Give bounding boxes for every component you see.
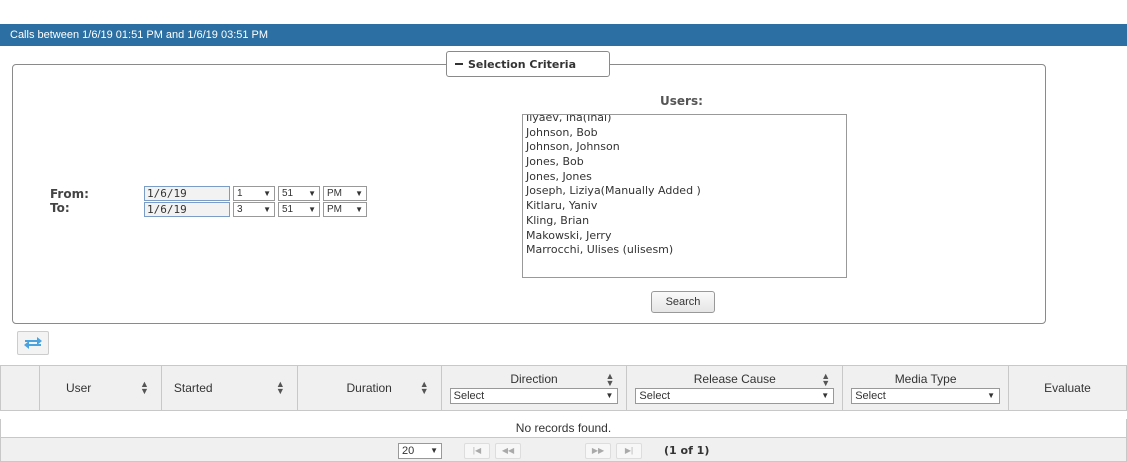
dropdown-arrow-icon: ▼ [605,391,614,400]
users-title: Users: [660,94,703,108]
to-hour-select[interactable]: 3 ▼ [233,202,275,217]
swap-columns-button[interactable] [17,331,49,355]
column-header-label: Media Type [894,372,957,386]
calls-range-header: Calls between 1/6/19 01:51 PM and 1/6/19… [0,24,1127,46]
sort-icon[interactable]: ▲ ▼ [420,380,429,396]
to-minute-value: 51 [282,204,294,215]
dropdown-arrow-icon: ▼ [355,189,363,198]
user-option[interactable]: Jones, Bob [526,155,846,170]
prev-page-button[interactable]: ◀◀ [495,443,521,459]
from-hour-value: 1 [237,188,243,199]
from-minute-select[interactable]: 51 ▼ [278,186,320,201]
users-listbox[interactable]: Ilyaev, Ina(Inai) Johnson, Bob Johnson, … [522,114,847,278]
user-option[interactable]: Marrocchi, Ulises (ulisesm) [526,243,846,258]
user-option[interactable]: Ilyaev, Ina(Inai) [526,115,846,126]
media-type-filter-select[interactable]: Select ▼ [851,388,1001,404]
column-header-label: Duration [346,381,392,395]
from-label: From: [50,187,89,201]
release-cause-filter-select[interactable]: Select ▼ [635,388,835,404]
from-hour-select[interactable]: 1 ▼ [233,186,275,201]
user-option[interactable]: Makowski, Jerry [526,229,846,244]
dropdown-arrow-icon: ▼ [308,189,316,198]
column-header-duration[interactable]: Duration ▲ ▼ [296,365,442,411]
first-page-button[interactable]: |◀ [464,443,490,459]
column-header-user[interactable]: User ▲ ▼ [38,365,162,411]
dropdown-arrow-icon: ▼ [430,446,438,455]
page-size-select[interactable]: 20 ▼ [398,443,442,459]
from-date-input[interactable]: 1/6/19 [144,186,230,201]
to-hour-value: 3 [237,204,243,215]
column-header-label: Evaluate [1044,381,1091,395]
user-option[interactable]: Kitlaru, Yaniv [526,199,846,214]
page-size-value: 20 [402,445,415,457]
dropdown-arrow-icon: ▼ [263,189,271,198]
page-info: (1 of 1) [664,444,710,457]
column-header-started[interactable]: Started ▲ ▼ [160,365,298,411]
sort-icon[interactable]: ▲ ▼ [821,372,830,388]
search-button[interactable]: Search [651,291,715,313]
dropdown-arrow-icon: ▼ [821,391,830,400]
from-minute-value: 51 [282,188,294,199]
dropdown-arrow-icon: ▼ [263,205,271,214]
to-ampm-value: PM [327,204,342,215]
user-option[interactable]: Jones, Jones [526,170,846,185]
column-header-label: Release Cause [693,372,776,386]
direction-filter-select[interactable]: Select ▼ [449,388,619,404]
to-date-input[interactable]: 1/6/19 [144,202,230,217]
last-page-button[interactable]: ▶| [616,443,642,459]
paginator: 20 ▼ |◀ ◀◀ ▶▶ ▶| (1 of 1) [0,437,1127,462]
dropdown-arrow-icon: ▼ [987,391,996,400]
sort-icon[interactable]: ▲ ▼ [606,372,615,388]
next-page-button[interactable]: ▶▶ [585,443,611,459]
swap-arrows-icon [24,337,42,349]
column-header-evaluate: Evaluate [1008,365,1127,411]
user-option[interactable]: Kling, Brian [526,214,846,229]
select-column-header [0,365,40,411]
dropdown-arrow-icon: ▼ [308,205,316,214]
selection-criteria-legend: Selection Criteria [468,57,576,71]
filter-select-value: Select [639,390,670,402]
user-option[interactable]: Johnson, Johnson [526,140,846,155]
column-header-release-cause[interactable]: Release Cause Select ▼ ▲ ▼ [626,365,844,411]
user-option[interactable]: Johnson, Bob [526,126,846,141]
sort-icon[interactable]: ▲ ▼ [276,380,285,396]
sort-icon[interactable]: ▲ ▼ [140,380,149,396]
to-label: To: [50,201,70,215]
to-minute-select[interactable]: 51 ▼ [278,202,320,217]
user-option[interactable]: Joseph, Liziya(Manually Added ) [526,184,846,199]
filter-select-value: Select [855,390,886,402]
column-header-direction[interactable]: Direction Select ▼ ▲ ▼ [440,365,628,411]
collapse-icon [455,63,463,65]
column-header-label: User [65,381,92,395]
dropdown-arrow-icon: ▼ [355,205,363,214]
table-header-row: User ▲ ▼ Started ▲ ▼ Duration ▲ ▼ Direction… [0,365,1127,411]
selection-criteria-toggle[interactable]: Selection Criteria [446,51,610,77]
filter-select-value: Select [453,390,485,402]
empty-message: No records found. [0,419,1127,437]
column-header-label: Started [173,381,213,395]
calls-table: User ▲ ▼ Started ▲ ▼ Duration ▲ ▼ Direction… [0,365,1127,411]
column-header-label: Direction [510,372,558,386]
from-ampm-value: PM [327,188,342,199]
column-header-media-type: Media Type Select ▼ [842,365,1010,411]
to-ampm-select[interactable]: PM ▼ [323,202,367,217]
from-ampm-select[interactable]: PM ▼ [323,186,367,201]
